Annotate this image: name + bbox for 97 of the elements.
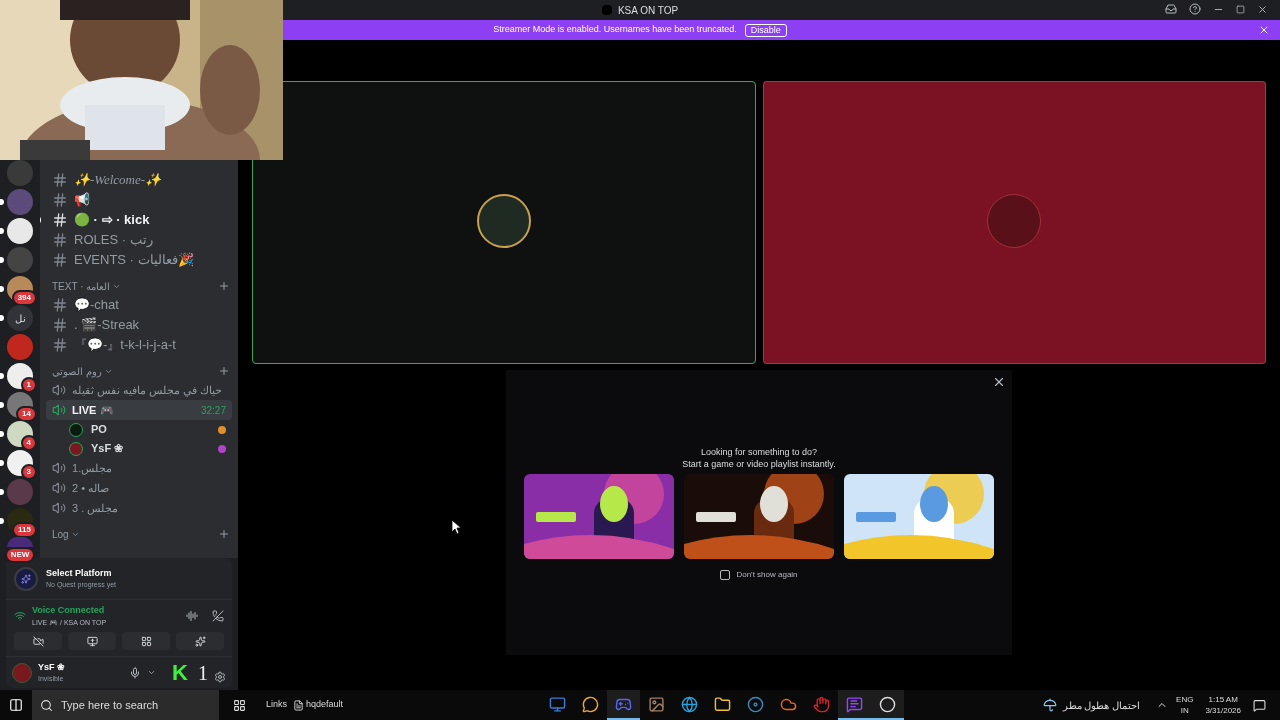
mention-badge: 394 [11,290,37,306]
search-icon [40,698,53,712]
quest-title[interactable]: Select Platform [46,566,117,580]
member-name[interactable]: PO [91,421,107,438]
close-icon[interactable] [992,375,1006,389]
clock-time[interactable]: 1:15 AM [1208,694,1238,705]
folder-icon [714,695,732,713]
maximize-icon[interactable] [1236,4,1245,14]
help-icon[interactable] [1189,3,1201,15]
soundboard-icon [194,635,206,647]
channel-name: 3 . مجلس [72,500,119,517]
signal-icon [14,610,26,622]
settings-icon[interactable] [214,670,226,683]
channel-name: 2 • صاله [72,480,110,496]
server-icon[interactable] [7,218,33,244]
camera-off-icon [32,635,44,647]
add-channel-icon[interactable] [218,528,230,540]
video-tile[interactable] [252,81,756,364]
modal-text: Start a game or video playlist instantly. [682,458,836,470]
channel-name[interactable]: EVENTS · فعاليات🎉 [74,250,194,270]
overlay-letter: K [172,661,188,684]
voice-channel[interactable]: مجلس.1 [46,458,232,478]
speaker-icon [52,461,66,475]
window-title: KSA ON TOP [617,3,679,18]
mention-badge: 14 [16,406,37,422]
server-icon [601,5,612,15]
inbox-icon[interactable] [1165,3,1177,15]
channel-name: حياك في مجلس مافيه نفس ثقيله [72,382,223,399]
language-indicator[interactable]: ENG [1176,694,1194,705]
call-duration: 32:27 [200,403,226,418]
weather-icon [1042,698,1057,712]
file-link[interactable]: hqdefault [306,698,344,712]
user-name: YsF ❀ [38,660,65,674]
taskbar-app[interactable] [871,690,905,720]
member-avatar [69,441,83,456]
file-icon [293,699,304,711]
voice-channel[interactable]: 3 . مجلس [46,498,232,518]
chat-icon [582,695,600,713]
language-indicator[interactable]: IN [1180,705,1189,716]
banner-text: Streamer Mode is enabled. Usernames have been truncated. [493,23,737,37]
server-icon[interactable] [7,450,33,476]
channel-name[interactable]: ROLES · رتب [74,230,153,250]
activities-icon [140,635,152,647]
server-icon[interactable] [7,421,33,447]
speaker-icon [52,403,66,417]
channel-name[interactable]: 🟢 · ⇨ · kick [74,210,150,230]
speaker-icon [52,501,66,515]
voice-channel[interactable]: 2 • صاله [46,478,232,498]
channel-name: مجلس.1 [72,460,113,477]
channel-name[interactable]: 💬-chat [74,295,119,315]
voice-channel[interactable]: LIVE 🎮 32:27 [46,400,232,420]
voice-status: Voice Connected [32,604,106,617]
cursor-icon [452,520,462,534]
audio-levels-icon[interactable] [186,610,198,622]
weather-text[interactable]: احتمال هطول مطر [1062,697,1141,713]
mention-badge: 115 [12,522,37,538]
close-icon[interactable] [1257,3,1268,15]
close-icon[interactable] [1258,24,1270,36]
category-name[interactable]: Log [52,526,69,542]
server-icon[interactable] [7,363,33,389]
checkbox[interactable] [720,570,731,580]
monitor-icon [549,695,567,713]
channel-name[interactable]: ✨-Welcome-✨ [74,170,162,190]
mention-badge: NEW [4,547,36,563]
speaker-icon [52,481,66,495]
quest-icon [14,566,38,591]
category-name[interactable]: روم الصوتي [52,363,102,379]
add-channel-icon[interactable] [218,365,230,377]
channel-name: LIVE 🎮 [72,402,114,418]
taskbar-app[interactable] [607,690,641,720]
modal-text: Looking for something to do? [700,446,818,458]
call-control-button[interactable] [176,632,224,650]
server-icon[interactable]: نل [7,305,33,331]
taskbar-app[interactable] [838,690,872,720]
channel-name[interactable]: . 🎬-Streak [74,315,140,335]
microphone-icon[interactable] [129,666,142,679]
toolbar-label[interactable]: Links [266,698,287,712]
category-name[interactable]: TEXT · العامه [52,278,111,294]
notifications-icon[interactable] [1253,698,1266,712]
overlay-digit: 1 [198,662,208,683]
search-field[interactable]: Type here to search [32,690,219,720]
call-control-button[interactable] [14,632,62,650]
photo-icon [648,695,666,713]
voice-channel[interactable]: حياك في مجلس مافيه نفس ثقيله [46,380,232,400]
disable-button[interactable]: Disable [744,23,787,37]
member-name[interactable]: YsF ❀ [91,440,124,457]
call-control-button[interactable] [68,632,116,650]
clock-date[interactable]: 3/31/2026 [1205,705,1241,716]
task-view-icon[interactable] [233,698,246,712]
member-avatar [69,422,83,437]
call-control-button[interactable] [122,632,170,650]
disconnect-icon[interactable] [212,610,224,622]
speaker-icon [52,383,66,397]
add-channel-icon[interactable] [218,280,230,292]
checkbox-label: Don't show again [736,569,798,581]
screen-share-icon [86,635,98,647]
chevron-icon[interactable] [147,668,157,677]
